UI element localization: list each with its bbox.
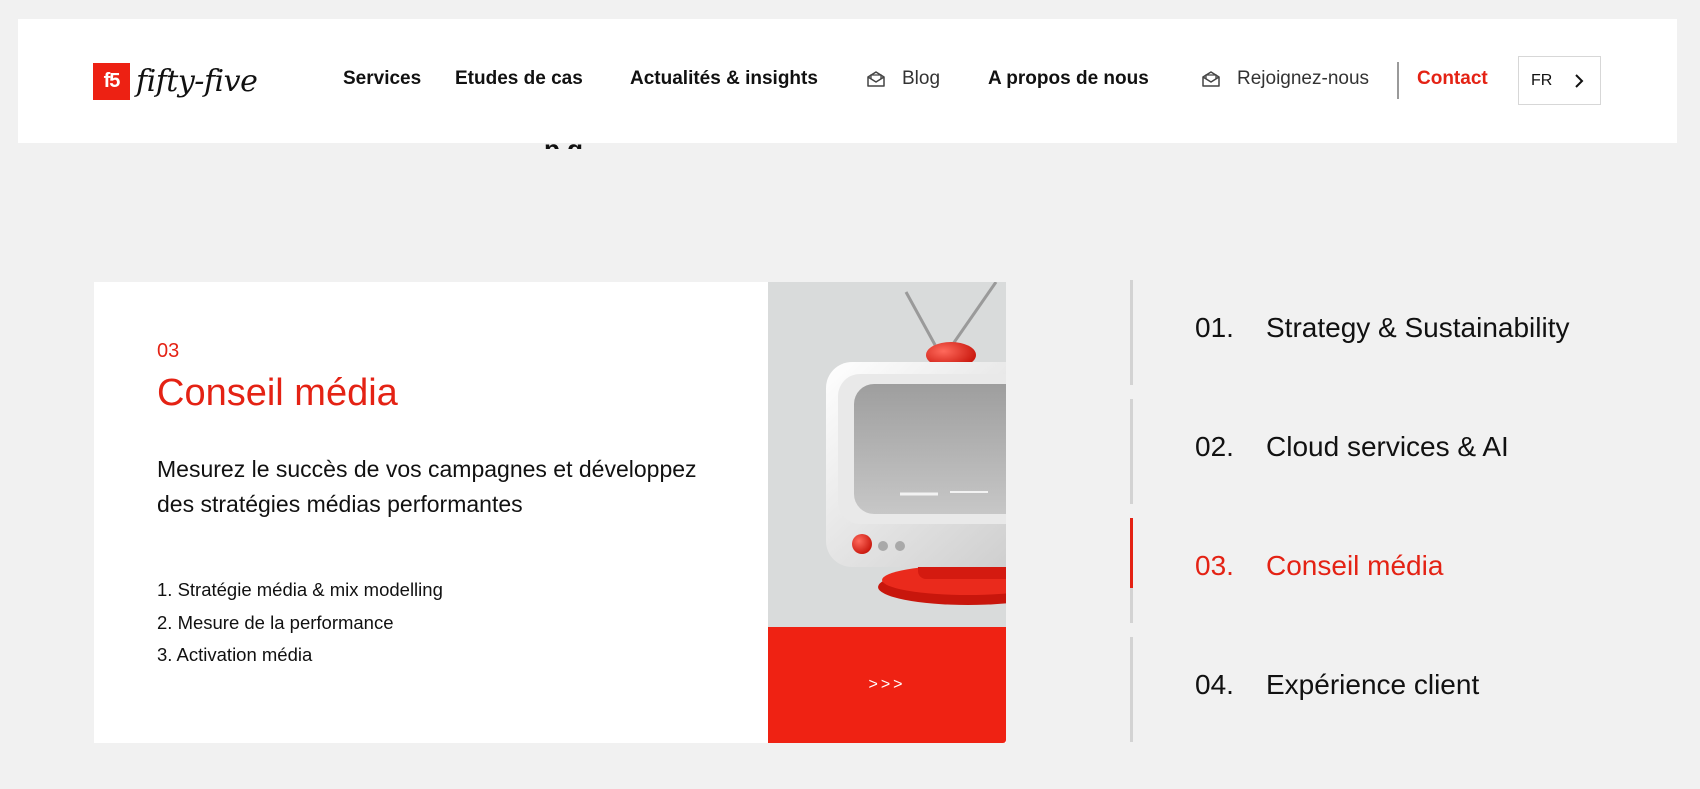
service-number: 03. [1195, 550, 1234, 581]
language-selector[interactable]: FR [1518, 56, 1601, 105]
nav-rejoignez-nous[interactable]: Rejoignez-nous [1201, 68, 1369, 90]
mail-icon [867, 71, 885, 87]
nav-blog[interactable]: Blog [866, 68, 940, 90]
retro-tv-illustration [768, 282, 1006, 627]
service-number: 02. [1195, 431, 1234, 462]
nav-actualites-label: Actualités & insights [630, 68, 818, 89]
site-header: f5 fifty-five Services Etudes de cas Act… [18, 19, 1677, 143]
service-item-cloud[interactable]: 02. Cloud services & AI [1130, 399, 1670, 504]
service-item-experience-client[interactable]: 04. Expérience client [1130, 637, 1670, 742]
service-card: 03 Conseil média Mesurez le succès de vo… [94, 282, 1006, 743]
nav-a-propos-label: A propos de nous [988, 68, 1149, 89]
nav-actualites[interactable]: Actualités & insights [630, 68, 818, 90]
nav-services[interactable]: Services [343, 68, 421, 90]
card-more-button[interactable]: >>> [768, 627, 1006, 743]
chevron-right-icon [1575, 73, 1584, 88]
page: p g f5 fifty-five Services Etudes de cas… [0, 0, 1700, 789]
nav-etudes-de-cas[interactable]: Etudes de cas [455, 68, 583, 90]
service-label: Expérience client [1266, 669, 1480, 700]
nav-services-label: Services [343, 68, 422, 89]
service-number: 01. [1195, 312, 1234, 343]
nav-rejoignez-label: Rejoignez-nous [1237, 68, 1370, 89]
logo-text: fifty-five [136, 64, 258, 99]
logo[interactable]: f5 fifty-five [93, 63, 258, 100]
service-number: 04. [1195, 669, 1234, 700]
service-label: Cloud services & AI [1266, 431, 1509, 462]
nav-etudes-label: Etudes de cas [455, 68, 583, 89]
service-item-strategy[interactable]: 01. Strategy & Sustainability [1130, 280, 1670, 385]
nav-blog-label: Blog [902, 68, 941, 89]
services-menu: 01. Strategy & Sustainability 02. Cloud … [1130, 280, 1690, 744]
nav-divider [1397, 62, 1399, 99]
card-list: 1. Stratégie média & mix modelling 2. Me… [157, 574, 443, 672]
mail-icon [1202, 71, 1220, 87]
card-list-item: 3. Activation média [157, 644, 313, 665]
card-description: Mesurez le succès de vos campagnes et dé… [157, 456, 697, 517]
nav-contact[interactable]: Contact [1417, 68, 1488, 90]
card-list-item: 2. Mesure de la performance [157, 611, 394, 633]
nav-a-propos[interactable]: A propos de nous [988, 68, 1149, 90]
logo-mark: f5 [93, 63, 130, 100]
language-label: FR [1531, 71, 1553, 89]
service-item-conseil-media[interactable]: 03. Conseil média [1130, 518, 1670, 623]
service-label: Conseil média [1266, 550, 1444, 581]
card-list-item: 1. Stratégie média & mix modelling [157, 579, 443, 600]
card-title: Conseil média [157, 372, 398, 414]
card-number: 03 [157, 340, 180, 362]
service-label: Strategy & Sustainability [1266, 312, 1570, 343]
nav-contact-label: Contact [1417, 68, 1488, 89]
